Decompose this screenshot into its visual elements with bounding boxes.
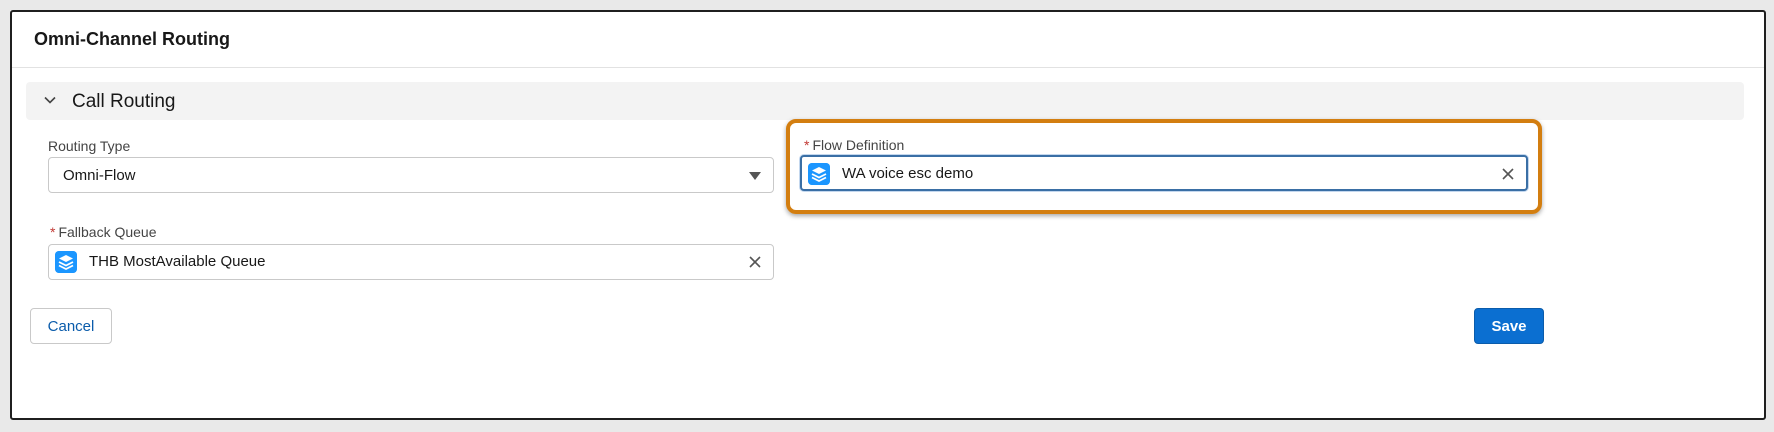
stack-icon: [55, 251, 77, 273]
flow-definition-lookup[interactable]: WA voice esc demo: [800, 155, 1528, 191]
cancel-button[interactable]: Cancel: [30, 308, 112, 344]
section-title: Call Routing: [72, 91, 176, 112]
fallback-queue-label: * Fallback Queue: [50, 224, 157, 240]
close-icon[interactable]: [747, 254, 763, 270]
close-icon[interactable]: [1500, 166, 1516, 182]
fallback-queue-lookup[interactable]: THB MostAvailable Queue: [48, 244, 774, 280]
flow-definition-value: WA voice esc demo: [842, 165, 974, 182]
stack-icon: [808, 163, 830, 185]
fallback-queue-value: THB MostAvailable Queue: [89, 253, 266, 270]
flow-definition-label: * Flow Definition: [804, 137, 905, 153]
routing-type-select[interactable]: Omni-Flow: [48, 157, 774, 193]
routing-type-value: Omni-Flow: [63, 167, 136, 184]
card-header: Omni-Channel Routing: [12, 12, 1764, 68]
caret-down-icon: [749, 172, 761, 180]
save-button[interactable]: Save: [1474, 308, 1544, 344]
required-marker: *: [50, 224, 56, 240]
routing-type-label: Routing Type: [48, 138, 131, 154]
required-marker: *: [804, 137, 810, 153]
card-title: Omni-Channel Routing: [34, 29, 230, 49]
omni-channel-routing-card: Omni-Channel Routing Call Routing Routin…: [10, 10, 1766, 420]
section-call-routing-toggle[interactable]: Call Routing: [26, 82, 1744, 120]
chevron-down-icon: [44, 96, 56, 104]
